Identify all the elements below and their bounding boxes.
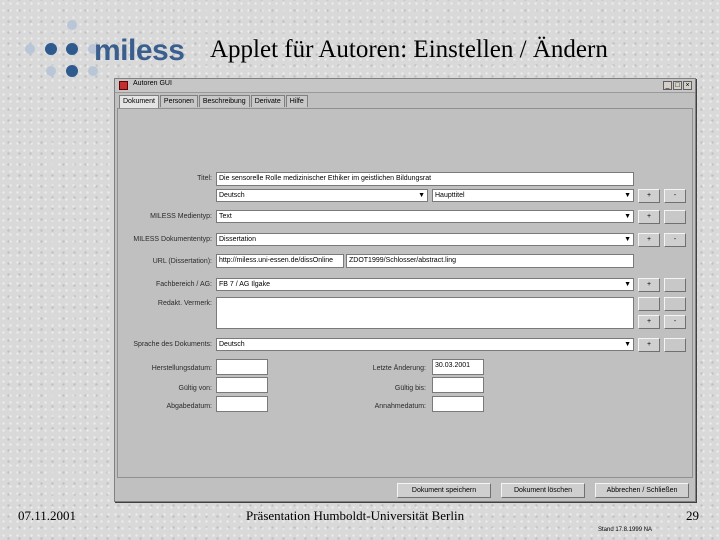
logo-text: miless [94, 34, 185, 67]
herstellungsdatum-label: Herstellungsdatum: [151, 365, 212, 372]
dokumententyp-select[interactable]: Dissertation ▼ [216, 233, 634, 246]
vermerk-spare-button[interactable] [638, 297, 660, 311]
cancel-close-button[interactable]: Abbrechen / Schließen [595, 483, 689, 498]
annahmedatum-input[interactable] [432, 396, 484, 412]
vermerk-spare2-button[interactable] [664, 297, 686, 311]
titel-input[interactable]: Die sensorelle Rolle medizinischer Ethik… [216, 172, 634, 186]
save-document-button[interactable]: Dokument speichern [397, 483, 491, 498]
letzte-aenderung-label: Letzte Änderung: [372, 365, 426, 372]
gueltig-bis-label: Gültig bis: [394, 385, 426, 392]
delete-document-button[interactable]: Dokument löschen [501, 483, 585, 498]
url-base-input[interactable]: http://miless.uni-essen.de/dissOnline [216, 254, 344, 268]
vermerk-remove-button[interactable]: - [664, 315, 686, 329]
maximize-button[interactable]: □ [673, 81, 682, 90]
url-label: URL (Dissertation): [152, 258, 212, 265]
chevron-down-icon: ▼ [624, 236, 631, 243]
footer-date: 07.11.2001 [18, 508, 77, 523]
url-path-input[interactable]: ZDOT1999/Schlosser/abstract.ling [346, 254, 634, 268]
letzte-aenderung-input[interactable]: 30.03.2001 [432, 359, 484, 375]
tab-bar: Dokument Personen Beschreibung Derivate … [119, 95, 309, 108]
abgabedatum-label: Abgabedatum: [166, 403, 212, 410]
medientyp-remove-button[interactable] [664, 210, 686, 224]
applet-window: Autoren GUI _ □ × Dokument Personen Besc… [114, 78, 696, 502]
chevron-down-icon: ▼ [418, 192, 425, 199]
gueltig-bis-input[interactable] [432, 377, 484, 393]
chevron-down-icon: ▼ [624, 341, 631, 348]
medientyp-select[interactable]: Text ▼ [216, 210, 634, 223]
vermerk-textarea[interactable] [216, 297, 634, 329]
titel-sprache-select[interactable]: Deutsch ▼ [216, 189, 428, 202]
abgabedatum-input[interactable] [216, 396, 268, 412]
annahmedatum-label: Annahmedatum: [374, 403, 426, 410]
dokumententyp-label: MILESS Dokumententyp: [133, 236, 212, 243]
medientyp-value: Text [219, 213, 232, 220]
sprache-select[interactable]: Deutsch ▼ [216, 338, 634, 351]
footer-stand: Stand 17.8.1999 NA [598, 527, 653, 533]
tab-beschreibung[interactable]: Beschreibung [198, 95, 250, 107]
chevron-down-icon: ▼ [624, 192, 631, 199]
slide-title: Applet für Autoren: Einstellen / Ändern [210, 36, 608, 63]
medientyp-add-button[interactable]: + [638, 210, 660, 224]
chevron-down-icon: ▼ [624, 281, 631, 288]
tab-personen[interactable]: Personen [159, 95, 198, 107]
titel-art-select[interactable]: Haupttitel ▼ [432, 189, 634, 202]
app-icon [119, 81, 128, 90]
tab-hilfe[interactable]: Hilfe [285, 95, 308, 107]
chevron-down-icon: ▼ [624, 213, 631, 220]
sprache-value: Deutsch [219, 341, 245, 348]
footer-presentation: Präsentation Humboldt-Universität Berlin [246, 508, 465, 523]
gueltig-von-input[interactable] [216, 377, 268, 393]
sprache-label: Sprache des Dokuments: [133, 341, 212, 348]
window-titlebar: Autoren GUI _ □ × [115, 79, 695, 93]
titel-add-button[interactable]: + [638, 189, 660, 203]
gueltig-von-label: Gültig von: [178, 385, 212, 392]
fachbereich-remove-button[interactable] [664, 278, 686, 292]
page-number: 29 [686, 508, 699, 523]
sprache-add-button[interactable]: + [638, 338, 660, 352]
dokumententyp-add-button[interactable]: + [638, 233, 660, 247]
dokumententyp-value: Dissertation [219, 236, 256, 243]
dokument-panel: Titel: Die sensorelle Rolle medizinische… [117, 108, 693, 478]
titel-sprache-value: Deutsch [219, 192, 245, 199]
dokumententyp-remove-button[interactable]: - [664, 233, 686, 247]
titel-art-value: Haupttitel [435, 192, 465, 199]
close-button[interactable]: × [683, 81, 692, 90]
fachbereich-value: FB 7 / AG Ilgake [219, 281, 270, 288]
sprache-remove-button[interactable] [664, 338, 686, 352]
fachbereich-add-button[interactable]: + [638, 278, 660, 292]
tab-dokument[interactable]: Dokument [119, 95, 159, 108]
window-title: Autoren GUI [133, 80, 172, 87]
titel-remove-button[interactable]: - [664, 189, 686, 203]
fachbereich-select[interactable]: FB 7 / AG Ilgake ▼ [216, 278, 634, 291]
vermerk-label: Redakt. Vermerk: [157, 300, 212, 307]
titel-label: Titel: [197, 175, 212, 182]
herstellungsdatum-input[interactable] [216, 359, 268, 375]
minimize-button[interactable]: _ [663, 81, 672, 90]
tab-derivate[interactable]: Derivate [250, 95, 285, 107]
medientyp-label: MILESS Medientyp: [150, 213, 212, 220]
vermerk-add-button[interactable]: + [638, 315, 660, 329]
fachbereich-label: Fachbereich / AG: [155, 281, 212, 288]
